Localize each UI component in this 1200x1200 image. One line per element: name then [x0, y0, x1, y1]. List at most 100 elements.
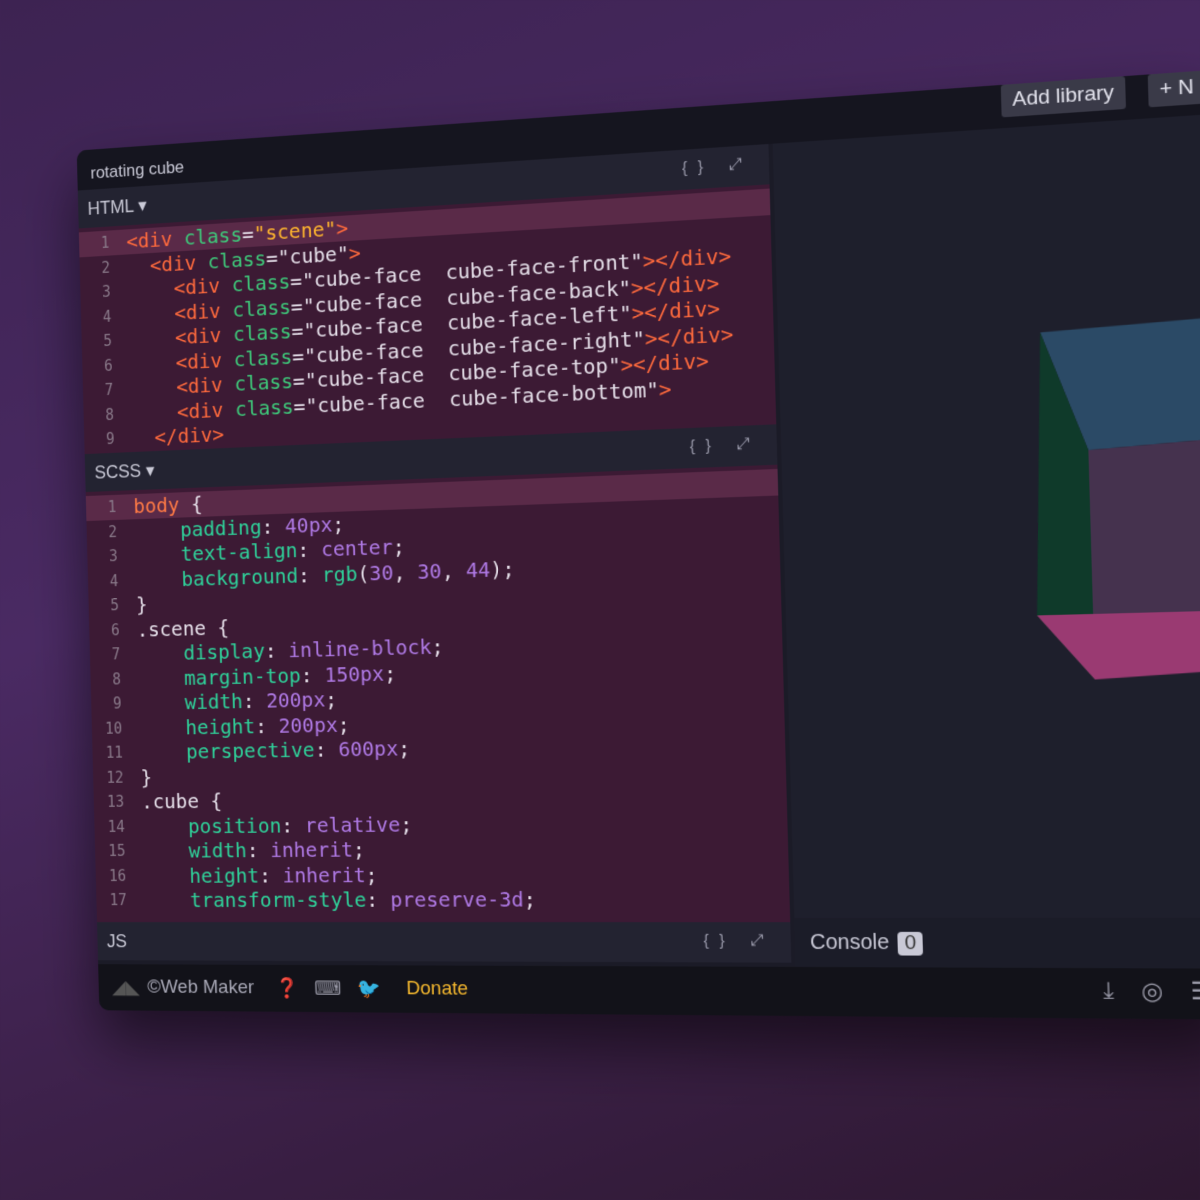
line-number: 1 — [107, 497, 117, 517]
console-label[interactable]: Console — [810, 931, 890, 955]
cube-face-bottom — [1037, 610, 1200, 681]
code-token: > — [335, 215, 349, 241]
code-token: } — [140, 764, 153, 789]
donate-link[interactable]: Donate — [406, 978, 468, 1001]
console-bar[interactable]: Console 0 — [794, 917, 1200, 969]
code-token: class — [231, 268, 291, 297]
code-token: class — [234, 393, 294, 421]
download-icon[interactable]: ⤓ — [1103, 977, 1115, 1006]
code-token: 30 — [417, 558, 442, 584]
code-token: background — [135, 562, 299, 593]
code-token: } — [135, 592, 148, 617]
line-number: 3 — [101, 282, 111, 302]
code-token: ; — [523, 886, 537, 912]
new-button[interactable]: + N — [1147, 70, 1200, 108]
add-library-button[interactable]: Add library — [1000, 76, 1126, 118]
js-pane-header: JS {} ⤢ — [97, 922, 792, 963]
code-token: , — [392, 558, 418, 585]
code-token: ; — [365, 862, 378, 887]
code-token: center — [320, 534, 393, 562]
code-line[interactable]: 16 height: inherit; — [95, 860, 789, 888]
code-token: inherit — [282, 862, 366, 888]
line-number: 2 — [108, 522, 118, 541]
code-token: .scene { — [136, 614, 230, 642]
web-maker-window: rotating cube Add library + N HTML ▾ {} … — [76, 70, 1200, 1020]
code-token: 600px — [338, 735, 399, 762]
line-number: 3 — [108, 546, 118, 566]
code-token: </div> — [131, 421, 225, 451]
code-token: transform-style — [143, 887, 367, 913]
code-token: : — [297, 536, 322, 563]
code-token: position — [141, 812, 282, 839]
code-token: width — [138, 688, 244, 716]
code-token: class — [231, 293, 292, 322]
code-token: 30 — [369, 559, 394, 585]
code-line[interactable]: 15 width: inherit; — [95, 834, 789, 864]
code-token: : — [300, 662, 325, 688]
code-token: > — [658, 375, 672, 402]
line-number: 5 — [110, 596, 120, 615]
code-token: .cube { — [140, 788, 223, 814]
code-token: : — [365, 887, 391, 912]
code-token: : — [264, 637, 289, 663]
code-token: 200px — [265, 687, 326, 713]
code-token: = — [241, 221, 255, 247]
js-mode-label[interactable]: JS — [107, 931, 127, 952]
code-token: display — [137, 638, 266, 666]
code-token: relative — [304, 811, 401, 837]
format-expand-icons[interactable]: {} ⤢ — [703, 932, 774, 950]
code-token: class — [233, 368, 294, 396]
code-line[interactable]: 17 transform-style: preserve-3d; — [96, 886, 790, 913]
editor-column: HTML ▾ {} ⤢ 1 <div class = "scene" >2 <div c… — [77, 143, 792, 967]
scss-editor[interactable]: 1 body {2 padding: 40px; 3 text-align: cen… — [85, 464, 791, 923]
twitter-icon[interactable]: 🐦 — [357, 976, 381, 1001]
code-token: : — [258, 862, 283, 888]
code-token: : — [261, 513, 286, 539]
line-number: 2 — [101, 258, 111, 277]
brand-link[interactable]: ©Web Maker — [147, 976, 254, 999]
code-token: ; — [337, 711, 350, 737]
keyboard-icon[interactable]: ⌨ — [314, 977, 342, 1001]
html-mode-dropdown[interactable]: HTML ▾ — [87, 195, 147, 220]
codepen-icon[interactable]: ◎ — [1141, 977, 1164, 1006]
code-token: height — [142, 862, 260, 888]
line-number: 7 — [111, 645, 121, 664]
line-number: 17 — [109, 891, 127, 910]
code-token: width — [142, 837, 248, 863]
code-token: 44 — [465, 556, 491, 583]
line-number: 9 — [105, 429, 115, 449]
code-token: preserve-3d — [389, 886, 525, 912]
help-icon[interactable]: ❓ — [275, 976, 299, 1001]
code-token: ); — [489, 555, 516, 582]
code-token: inline-block — [288, 634, 432, 663]
code-token: ; — [324, 686, 338, 712]
html-editor[interactable]: 1 <div class = "scene" >2 <div class ="cube" >… — [78, 184, 777, 455]
line-number: 5 — [103, 331, 113, 351]
code-token: rgb — [321, 560, 358, 587]
code-token: ( — [357, 560, 370, 586]
code-token: 150px — [324, 660, 385, 687]
format-expand-icons[interactable]: {} ⤢ — [690, 435, 760, 456]
stage: rotating cube Add library + N HTML ▾ {} … — [0, 0, 1200, 1200]
code-token: : — [246, 837, 271, 863]
cube-face-front — [1088, 438, 1200, 614]
format-expand-icons[interactable]: {} ⤢ — [682, 155, 752, 178]
scss-mode-dropdown[interactable]: SCSS ▾ — [94, 460, 154, 484]
web-maker-logo: ◢◣ — [111, 976, 141, 999]
code-token: : — [242, 688, 267, 714]
code-token: ; — [399, 811, 413, 837]
code-token: perspective — [139, 737, 315, 765]
code-token: <div — [126, 225, 185, 254]
project-title[interactable]: rotating cube — [90, 157, 184, 184]
line-number: 15 — [108, 841, 126, 860]
line-number: 7 — [104, 380, 114, 400]
line-number: 4 — [109, 571, 119, 590]
code-token: ></div> — [620, 347, 710, 378]
line-number: 11 — [105, 743, 124, 762]
code-token: margin-top — [137, 662, 302, 691]
code-token: 200px — [278, 711, 339, 738]
line-number: 14 — [107, 817, 126, 836]
code-token: : — [297, 561, 323, 588]
layout-icon[interactable]: ☰ — [1190, 977, 1200, 1006]
line-number: 1 — [100, 233, 110, 253]
